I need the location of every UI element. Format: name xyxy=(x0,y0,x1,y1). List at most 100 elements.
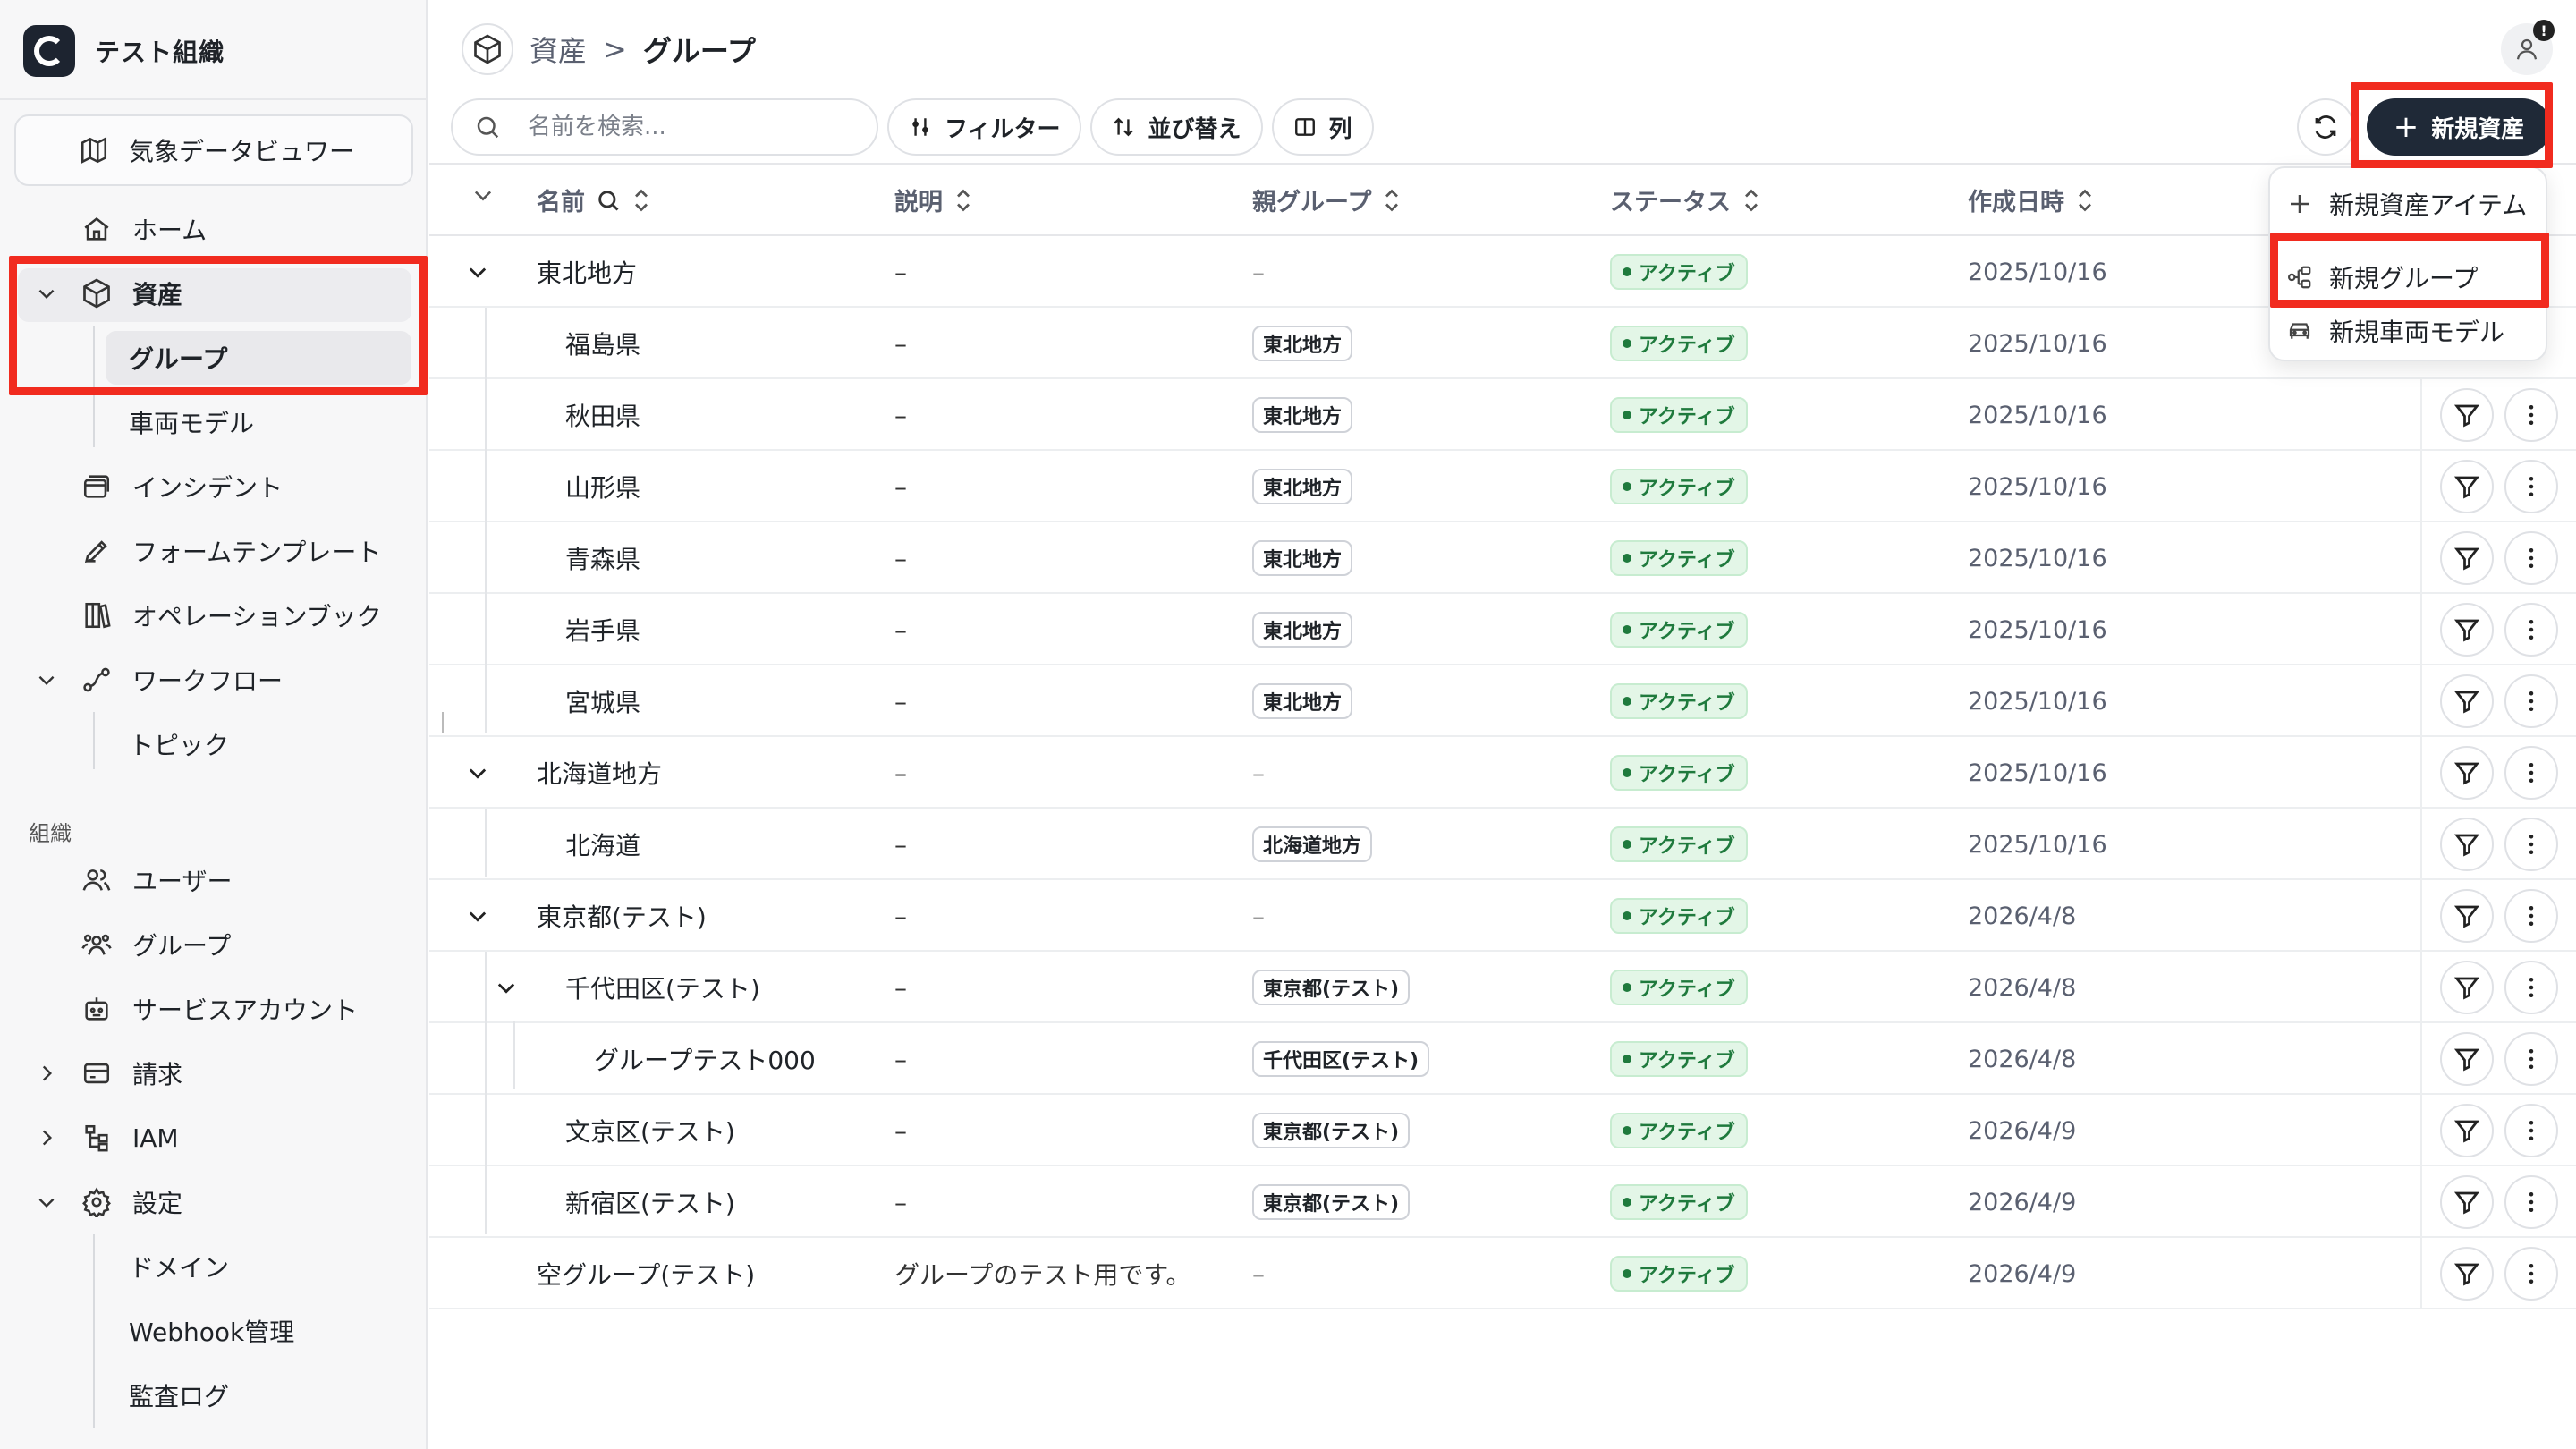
expand-chevron-icon[interactable] xyxy=(494,952,519,1023)
row-name[interactable]: 北海道 xyxy=(565,809,640,880)
table-row[interactable]: 宮城県 – 東北地方 アクティブ 2025/10/16 xyxy=(429,665,2576,737)
sort-chevrons-icon[interactable] xyxy=(2075,187,2095,214)
row-name[interactable]: 青森県 xyxy=(565,522,640,594)
parent-group-badge[interactable]: 東京都(テスト) xyxy=(1252,1184,1411,1220)
table-row[interactable]: 北海道地方 – – アクティブ 2025/10/16 xyxy=(429,737,2576,809)
refresh-button[interactable] xyxy=(2297,98,2354,156)
table-row[interactable]: 福島県 – 東北地方 アクティブ 2025/10/16 xyxy=(429,308,2576,379)
nav-topics[interactable]: トピック xyxy=(129,719,229,769)
nav-service-accounts[interactable]: サービスアカウント xyxy=(77,982,358,1036)
breadcrumb-parent[interactable]: 資産 xyxy=(530,29,587,70)
nav-domain[interactable]: ドメイン xyxy=(129,1241,229,1292)
filter-icon[interactable] xyxy=(2440,1247,2494,1301)
more-vertical-icon[interactable] xyxy=(2504,1104,2558,1157)
nav-home[interactable]: ホーム xyxy=(77,202,207,256)
sort-chevrons-icon[interactable] xyxy=(953,187,973,214)
expand-chevron-icon[interactable] xyxy=(465,880,490,952)
filter-icon[interactable] xyxy=(2440,531,2494,585)
chevron-right-icon[interactable] xyxy=(30,1057,63,1089)
parent-group-badge[interactable]: 東京都(テスト) xyxy=(1252,1113,1411,1148)
sort-chevrons-icon[interactable] xyxy=(631,187,651,214)
parent-group-badge[interactable]: 東北地方 xyxy=(1252,683,1353,719)
row-name[interactable]: 東北地方 xyxy=(537,236,637,308)
nav-users[interactable]: ユーザー xyxy=(77,853,232,907)
parent-group-badge[interactable]: 北海道地方 xyxy=(1252,826,1373,862)
nav-incidents[interactable]: インシデント xyxy=(77,460,283,513)
expand-chevron-icon[interactable] xyxy=(465,737,490,809)
filter-icon[interactable] xyxy=(2440,818,2494,871)
row-name[interactable]: グループテスト000 xyxy=(594,1023,816,1095)
more-vertical-icon[interactable] xyxy=(2504,818,2558,871)
table-row[interactable]: 東北地方 – – アクティブ 2025/10/16 xyxy=(429,236,2576,308)
more-vertical-icon[interactable] xyxy=(2504,961,2558,1014)
more-vertical-icon[interactable] xyxy=(2504,1032,2558,1086)
row-name[interactable]: 福島県 xyxy=(565,308,640,379)
expand-all-chevron-icon[interactable] xyxy=(470,182,496,208)
more-vertical-icon[interactable] xyxy=(2504,531,2558,585)
chevron-down-icon[interactable] xyxy=(30,664,63,696)
row-name[interactable]: 新宿区(テスト) xyxy=(565,1166,735,1238)
row-name[interactable]: 千代田区(テスト) xyxy=(565,952,760,1023)
more-vertical-icon[interactable] xyxy=(2504,460,2558,513)
more-vertical-icon[interactable] xyxy=(2504,388,2558,442)
column-header-name[interactable]: 名前 xyxy=(537,182,651,217)
filter-button[interactable]: フィルター xyxy=(887,98,1082,156)
sort-button[interactable]: 並び替え xyxy=(1090,98,1263,156)
table-row[interactable]: グループテスト000 – 千代田区(テスト) アクティブ 2026/4/8 xyxy=(429,1023,2576,1095)
nav-org-groups[interactable]: グループ xyxy=(77,918,231,971)
more-vertical-icon[interactable] xyxy=(2504,889,2558,943)
table-row[interactable]: 千代田区(テスト) – 東京都(テスト) アクティブ 2026/4/8 xyxy=(429,952,2576,1023)
filter-icon[interactable] xyxy=(2440,1104,2494,1157)
filter-icon[interactable] xyxy=(2440,1175,2494,1229)
expand-chevron-icon[interactable] xyxy=(465,236,490,308)
menu-item-new-asset-item[interactable]: 新規資産アイテム xyxy=(2286,177,2527,231)
row-name[interactable]: 文京区(テスト) xyxy=(565,1095,735,1166)
chevron-down-icon[interactable] xyxy=(30,1186,63,1218)
columns-button[interactable]: 列 xyxy=(1271,98,1374,156)
table-row[interactable]: 北海道 – 北海道地方 アクティブ 2025/10/16 xyxy=(429,809,2576,880)
parent-group-badge[interactable]: 東北地方 xyxy=(1252,397,1353,433)
more-vertical-icon[interactable] xyxy=(2504,603,2558,657)
row-name[interactable]: 宮城県 xyxy=(565,665,640,737)
column-header-description[interactable]: 説明 xyxy=(894,182,973,217)
filter-icon[interactable] xyxy=(2440,1032,2494,1086)
org-switcher[interactable]: テスト組織 xyxy=(23,25,225,77)
row-name[interactable]: 岩手県 xyxy=(565,594,640,665)
search-icon[interactable] xyxy=(596,188,621,213)
parent-group-badge[interactable]: 東京都(テスト) xyxy=(1252,970,1411,1005)
table-row[interactable]: 空グループ(テスト) グループのテスト用です。 – アクティブ 2026/4/9 xyxy=(429,1238,2576,1309)
parent-group-badge[interactable]: 東北地方 xyxy=(1252,612,1353,648)
search-input[interactable] xyxy=(528,114,850,140)
more-vertical-icon[interactable] xyxy=(2504,1247,2558,1301)
row-name[interactable]: 東京都(テスト) xyxy=(537,880,707,952)
user-menu-button[interactable]: ! xyxy=(2501,20,2555,75)
filter-icon[interactable] xyxy=(2440,460,2494,513)
table-row[interactable]: 岩手県 – 東北地方 アクティブ 2025/10/16 xyxy=(429,594,2576,665)
filter-icon[interactable] xyxy=(2440,889,2494,943)
menu-item-new-vehicle-model[interactable]: 新規車両モデル xyxy=(2286,304,2504,358)
sort-chevrons-icon[interactable] xyxy=(1382,187,1402,214)
row-name[interactable]: 北海道地方 xyxy=(537,737,662,809)
column-header-status[interactable]: ステータス xyxy=(1610,182,1761,217)
nav-billing[interactable]: 請求 xyxy=(42,1046,182,1100)
more-vertical-icon[interactable] xyxy=(2504,1175,2558,1229)
column-header-created[interactable]: 作成日時 xyxy=(1968,182,2095,217)
chevron-right-icon[interactable] xyxy=(30,1122,63,1154)
parent-group-badge[interactable]: 千代田区(テスト) xyxy=(1252,1041,1430,1077)
column-header-parent[interactable]: 親グループ xyxy=(1252,182,1402,217)
row-name[interactable]: 秋田県 xyxy=(565,379,640,451)
filter-icon[interactable] xyxy=(2440,674,2494,728)
nav-iam[interactable]: IAM xyxy=(42,1111,179,1165)
search-box[interactable] xyxy=(451,98,878,156)
table-row[interactable]: 青森県 – 東北地方 アクティブ 2025/10/16 xyxy=(429,522,2576,594)
more-vertical-icon[interactable] xyxy=(2504,674,2558,728)
filter-icon[interactable] xyxy=(2440,961,2494,1014)
filter-icon[interactable] xyxy=(2440,388,2494,442)
weather-viewer-button[interactable]: 気象データビュワー xyxy=(14,114,413,186)
table-row[interactable]: 文京区(テスト) – 東京都(テスト) アクティブ 2026/4/9 xyxy=(429,1095,2576,1166)
nav-workflow[interactable]: ワークフロー xyxy=(38,653,283,707)
parent-group-badge[interactable]: 東北地方 xyxy=(1252,326,1353,361)
filter-icon[interactable] xyxy=(2440,603,2494,657)
table-row[interactable]: 秋田県 – 東北地方 アクティブ 2025/10/16 xyxy=(429,379,2576,451)
nav-settings[interactable]: 設定 xyxy=(38,1175,182,1229)
